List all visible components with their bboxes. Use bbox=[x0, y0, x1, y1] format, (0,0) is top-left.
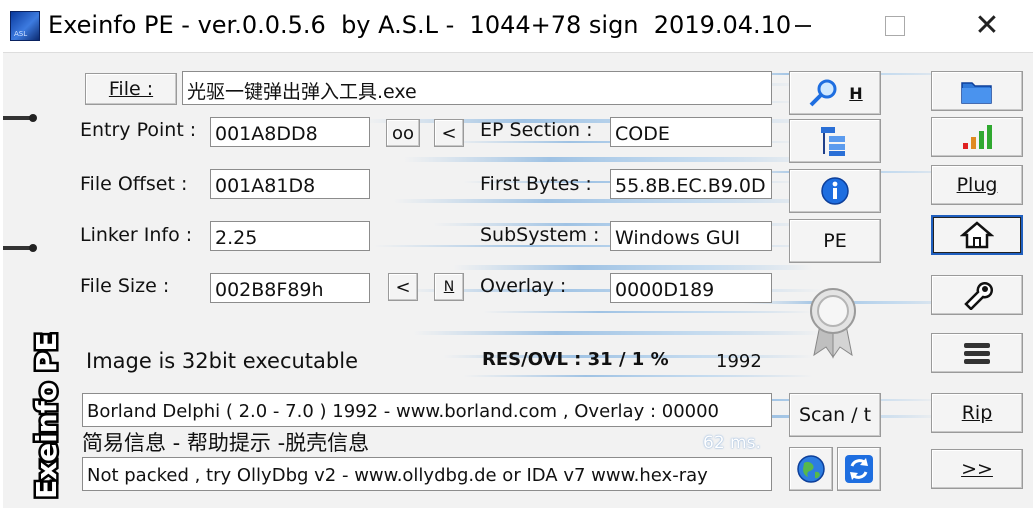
file-button-label: File : bbox=[108, 78, 154, 100]
home-button[interactable] bbox=[931, 215, 1023, 255]
info-icon bbox=[821, 177, 849, 205]
open-folder-button[interactable] bbox=[931, 71, 1023, 111]
section-view-button[interactable] bbox=[789, 119, 881, 163]
first-bytes-label: First Bytes : bbox=[480, 173, 592, 195]
scan-button-label: Scan / t bbox=[798, 404, 872, 426]
minimize-icon bbox=[795, 25, 811, 27]
year-text: 1992 bbox=[716, 351, 762, 372]
pe-button-label: PE bbox=[823, 230, 847, 252]
entry-point-label: Entry Point : bbox=[80, 119, 197, 141]
folder-icon bbox=[961, 82, 992, 104]
linker-info-label: Linker Info : bbox=[80, 224, 193, 246]
ep-section-field[interactable]: CODE bbox=[610, 117, 772, 147]
rip-button-label: Rip bbox=[961, 402, 993, 424]
minimize-button[interactable] bbox=[758, 2, 848, 50]
detection-result-field[interactable]: Borland Delphi ( 2.0 - 7.0 ) 1992 - www.… bbox=[82, 393, 772, 427]
overlay-label: Overlay : bbox=[480, 275, 567, 297]
next-button-label: >> bbox=[961, 458, 993, 480]
file-button[interactable]: File : bbox=[85, 73, 177, 105]
globe-icon bbox=[797, 455, 825, 483]
res-ovl-text: RES/OVL : 31 / 1 % bbox=[482, 349, 669, 370]
ep-section-label: EP Section : bbox=[480, 119, 593, 141]
overlay-field[interactable]: 0000D189 bbox=[610, 273, 772, 303]
award-badge-icon bbox=[810, 288, 856, 359]
plug-button[interactable]: Plug bbox=[931, 165, 1023, 205]
next-button[interactable]: >> bbox=[931, 449, 1023, 489]
logo-text: Exeinfo PE bbox=[30, 332, 63, 499]
home-icon bbox=[960, 221, 994, 249]
oo-button-label: oo bbox=[391, 122, 415, 144]
app-icon: ASL bbox=[10, 11, 40, 41]
web-button[interactable] bbox=[789, 447, 833, 491]
search-h-button[interactable]: H bbox=[789, 71, 881, 115]
first-bytes-field[interactable]: 55.8B.EC.B9.0D bbox=[610, 169, 772, 199]
close-icon: ✕ bbox=[974, 8, 1000, 43]
magnifier-icon bbox=[809, 79, 837, 107]
prev-size-button-label: < bbox=[395, 276, 411, 298]
exeinfo-logo: Exeinfo PE bbox=[28, 330, 66, 501]
file-offset-label: File Offset : bbox=[80, 173, 188, 195]
pin-decoration bbox=[3, 244, 37, 252]
file-offset-field[interactable]: 001A81D8 bbox=[210, 169, 370, 199]
tools-button[interactable] bbox=[931, 275, 1023, 315]
title-bar: ASL Exeinfo PE - ver.0.0.5.6 by A.S.L - … bbox=[0, 0, 1036, 52]
scan-button[interactable]: Scan / t bbox=[789, 393, 881, 437]
refresh-button[interactable] bbox=[837, 447, 881, 491]
tree-list-icon bbox=[821, 127, 845, 156]
prev-ep-button-label: < bbox=[441, 122, 457, 144]
rip-button[interactable]: Rip bbox=[931, 393, 1023, 433]
info-button[interactable] bbox=[789, 169, 881, 213]
timing-text: 62 ms. bbox=[703, 433, 761, 453]
pe-button[interactable]: PE bbox=[789, 219, 881, 263]
packer-hint-field[interactable]: Not packed , try OllyDbg v2 - www.ollydb… bbox=[82, 457, 772, 491]
main-panel: Exeinfo PE File : 光驱一键弹出弹入工具.exe Entry P… bbox=[3, 52, 1033, 508]
subsystem-field[interactable]: Windows GUI bbox=[610, 221, 772, 251]
n-button-label: N bbox=[443, 279, 455, 295]
n-button[interactable]: N bbox=[434, 273, 464, 301]
window-title: Exeinfo PE - ver.0.0.5.6 by A.S.L - 1044… bbox=[48, 11, 792, 39]
wrench-icon bbox=[964, 281, 994, 310]
close-button[interactable]: ✕ bbox=[942, 2, 1032, 50]
help-text: 简易信息 - 帮助提示 -脱壳信息 bbox=[82, 431, 370, 455]
menu-button[interactable] bbox=[931, 333, 1023, 373]
prev-ep-button[interactable]: < bbox=[434, 119, 464, 147]
file-size-field[interactable]: 002B8F89h bbox=[210, 273, 370, 303]
search-h-label: H bbox=[849, 83, 863, 103]
pin-decoration bbox=[3, 114, 37, 122]
oo-button[interactable]: oo bbox=[386, 119, 420, 147]
file-size-label: File Size : bbox=[80, 275, 170, 297]
image-type-text: Image is 32bit executable bbox=[86, 349, 358, 373]
linker-info-field[interactable]: 2.25 bbox=[210, 221, 370, 251]
statistics-button[interactable] bbox=[931, 117, 1023, 157]
prev-size-button[interactable]: < bbox=[388, 273, 418, 301]
subsystem-label: SubSystem : bbox=[480, 224, 600, 246]
file-path-field[interactable]: 光驱一键弹出弹入工具.exe bbox=[182, 71, 772, 105]
menu-lines-icon bbox=[964, 343, 990, 364]
signal-bars-icon bbox=[963, 125, 992, 149]
plug-button-label: Plug bbox=[956, 174, 998, 196]
entry-point-field[interactable]: 001A8DD8 bbox=[210, 117, 370, 147]
maximize-icon bbox=[885, 16, 905, 36]
maximize-button[interactable] bbox=[850, 2, 940, 50]
refresh-icon bbox=[845, 455, 873, 483]
